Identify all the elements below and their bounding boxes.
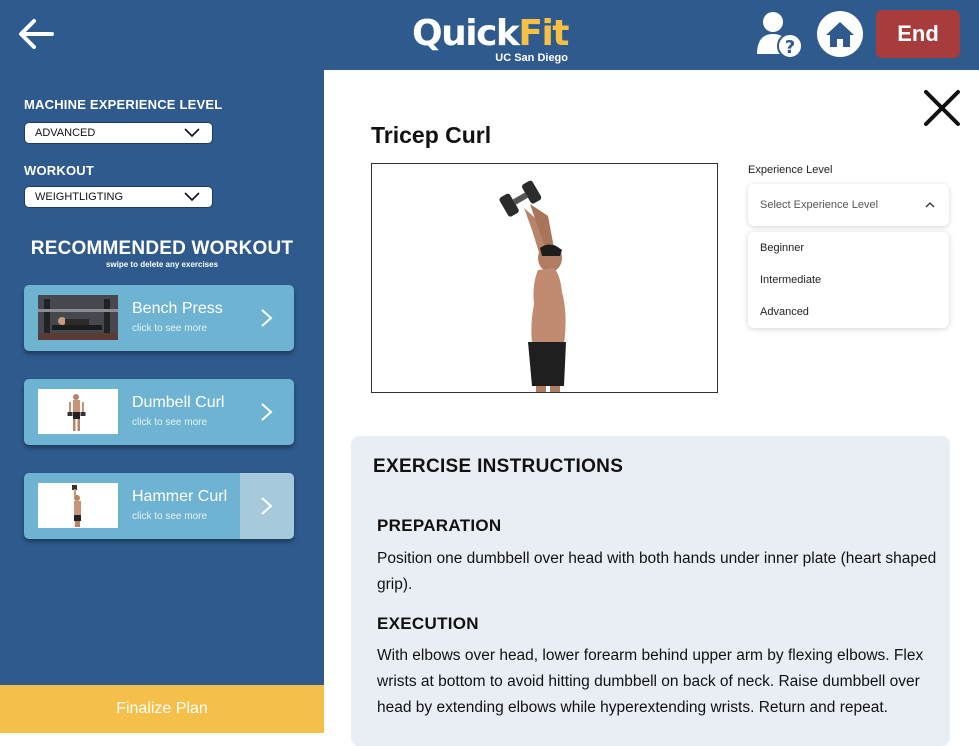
exercise-title: Tricep Curl <box>371 122 492 148</box>
chevron-up-icon <box>925 202 935 208</box>
logo-quick-text: Quick <box>412 13 520 54</box>
preparation-heading: PREPARATION <box>377 516 502 535</box>
workout-label: WORKOUT <box>24 163 94 178</box>
execution-text: With elbows over head, lower forearm beh… <box>377 647 924 716</box>
card-subtitle: click to see more <box>132 511 208 522</box>
recommended-workout-hint: swipe to delete any exercises <box>105 260 219 269</box>
exercise-card-hammer-curl[interactable]: Hammer Curl click to see more <box>24 473 294 539</box>
quickfit-logo: QuickFit UC San Diego <box>400 12 580 66</box>
recommended-workout-title: RECOMMENDED WORKOUT <box>30 238 294 259</box>
experience-option-advanced[interactable]: Advanced <box>748 296 949 328</box>
workout-value: WEIGHTLIGTING <box>35 191 123 203</box>
experience-level-menu: Beginner Intermediate Advanced <box>748 232 949 328</box>
exercise-image <box>371 163 718 393</box>
dumbell-curl-thumbnail <box>38 389 118 434</box>
exercise-card-bench-press[interactable]: Bench Press click to see more <box>24 285 294 351</box>
chevron-down-icon <box>184 128 200 138</box>
experience-level-label: Experience Level <box>748 164 833 176</box>
bench-press-thumbnail <box>38 295 118 340</box>
logo-subtitle: UC San Diego <box>495 52 568 64</box>
chevron-right-icon <box>261 309 273 327</box>
experience-level-select[interactable]: ADVANCED <box>24 122 213 144</box>
hammer-curl-thumbnail <box>38 483 118 528</box>
experience-level-dropdown[interactable]: Select Experience Level <box>748 184 949 226</box>
card-subtitle: click to see more <box>132 323 208 334</box>
card-open-button[interactable] <box>240 379 294 445</box>
sidebar: MACHINE EXPERIENCE LEVEL ADVANCED WORKOU… <box>0 70 324 733</box>
close-icon[interactable] <box>920 86 964 130</box>
preparation-text: Position one dumbbell over head with bot… <box>377 550 937 593</box>
finalize-plan-button[interactable]: Finalize Plan <box>0 685 324 733</box>
home-icon[interactable] <box>816 10 864 58</box>
chevron-right-icon <box>261 497 273 515</box>
end-button[interactable]: End <box>876 10 960 58</box>
card-title: Dumbell Curl <box>132 394 225 411</box>
experience-option-beginner[interactable]: Beginner <box>748 232 949 264</box>
experience-level-label: MACHINE EXPERIENCE LEVEL <box>24 97 223 112</box>
card-open-button[interactable] <box>240 285 294 351</box>
experience-level-value: ADVANCED <box>35 127 96 139</box>
logo-fit-text: Fit <box>518 13 569 54</box>
svg-text:?: ? <box>785 37 795 58</box>
exercise-card-dumbell-curl[interactable]: Dumbell Curl click to see more <box>24 379 294 445</box>
experience-level-placeholder: Select Experience Level <box>760 199 879 211</box>
experience-option-intermediate[interactable]: Intermediate <box>748 264 949 296</box>
card-title: Hammer Curl <box>132 488 228 505</box>
back-arrow-icon[interactable] <box>14 12 58 56</box>
execution-heading: EXECUTION <box>377 614 479 633</box>
instructions-title: EXERCISE INSTRUCTIONS <box>373 456 624 477</box>
chevron-right-icon <box>261 403 273 421</box>
user-help-icon[interactable]: ? <box>754 8 808 62</box>
card-title: Bench Press <box>132 300 223 317</box>
top-bar: QuickFit UC San Diego ? End <box>0 0 979 70</box>
card-subtitle: click to see more <box>132 417 208 428</box>
card-open-button[interactable] <box>240 473 294 539</box>
workout-select[interactable]: WEIGHTLIGTING <box>24 186 213 208</box>
instructions-panel: EXERCISE INSTRUCTIONS PREPARATION Positi… <box>351 436 950 746</box>
chevron-down-icon <box>184 192 200 202</box>
